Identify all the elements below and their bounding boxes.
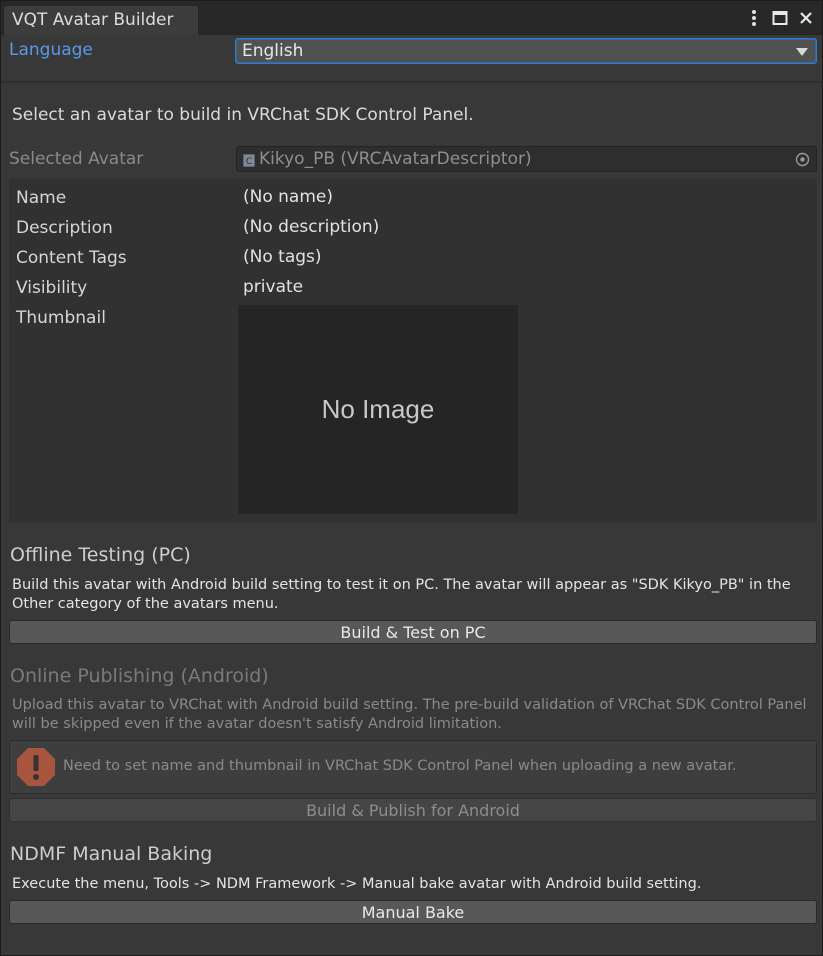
selected-avatar-field[interactable]: C Kikyo_PB (VRCAvatarDescriptor) <box>236 146 817 172</box>
manual-bake-button[interactable]: Manual Bake <box>9 900 817 924</box>
warning-helpbox: Need to set name and thumbnail in VRChat… <box>9 740 817 794</box>
svg-text:C: C <box>246 157 252 167</box>
visibility-label: Visibility <box>16 278 88 298</box>
object-picker-icon[interactable] <box>795 152 810 167</box>
tab-bar: VQT Avatar Builder <box>1 1 822 35</box>
build-test-pc-button[interactable]: Build & Test on PC <box>9 620 817 644</box>
intro-text: Select an avatar to build in VRChat SDK … <box>12 105 474 125</box>
tab-vqt-avatar-builder[interactable]: VQT Avatar Builder <box>3 5 199 35</box>
build-publish-android-label: Build & Publish for Android <box>306 800 520 820</box>
name-value: (No name) <box>243 187 333 207</box>
tab-title: VQT Avatar Builder <box>12 10 174 30</box>
build-publish-android-button[interactable]: Build & Publish for Android <box>9 798 817 822</box>
offline-testing-title: Offline Testing (PC) <box>10 544 191 566</box>
thumbnail-label: Thumbnail <box>16 308 106 328</box>
avatar-descriptor-icon: C <box>243 154 255 167</box>
chevron-down-icon <box>796 48 808 56</box>
description-value: (No description) <box>243 217 380 237</box>
warning-icon <box>17 748 55 786</box>
avatar-builder-window: VQT Avatar Builder Language English Sele… <box>0 0 823 956</box>
manual-bake-label: Manual Bake <box>361 902 465 922</box>
maximize-icon[interactable] <box>770 8 790 28</box>
build-test-pc-label: Build & Test on PC <box>340 622 486 642</box>
name-label: Name <box>16 188 67 208</box>
avatar-details-panel: Name (No name) Description (No descripti… <box>9 179 817 523</box>
selected-avatar-label: Selected Avatar <box>9 149 144 169</box>
language-dropdown[interactable]: English <box>235 38 817 64</box>
description-label: Description <box>16 218 113 238</box>
content-tags-label: Content Tags <box>16 248 127 268</box>
warning-text: Need to set name and thumbnail in VRChat… <box>63 758 737 774</box>
content-tags-value: (No tags) <box>243 247 322 267</box>
ndmf-description: Execute the menu, Tools -> NDM Framework… <box>12 876 702 892</box>
language-selected-value: English <box>242 41 304 61</box>
close-icon[interactable] <box>796 8 816 28</box>
thumbnail-placeholder-text: No Image <box>321 394 435 424</box>
visibility-value: private <box>243 277 304 297</box>
selected-avatar-value: Kikyo_PB (VRCAvatarDescriptor) <box>259 149 532 169</box>
window-tools <box>744 7 816 29</box>
ndmf-title: NDMF Manual Baking <box>10 843 213 865</box>
more-options-icon[interactable] <box>744 8 764 28</box>
thumbnail-preview: No Image <box>238 305 518 514</box>
language-label: Language <box>9 40 93 60</box>
divider <box>1 81 822 83</box>
online-publishing-title: Online Publishing (Android) <box>10 665 269 687</box>
online-publishing-description: Upload this avatar to VRChat with Androi… <box>12 697 807 732</box>
offline-testing-description: Build this avatar with Android build set… <box>12 577 791 612</box>
